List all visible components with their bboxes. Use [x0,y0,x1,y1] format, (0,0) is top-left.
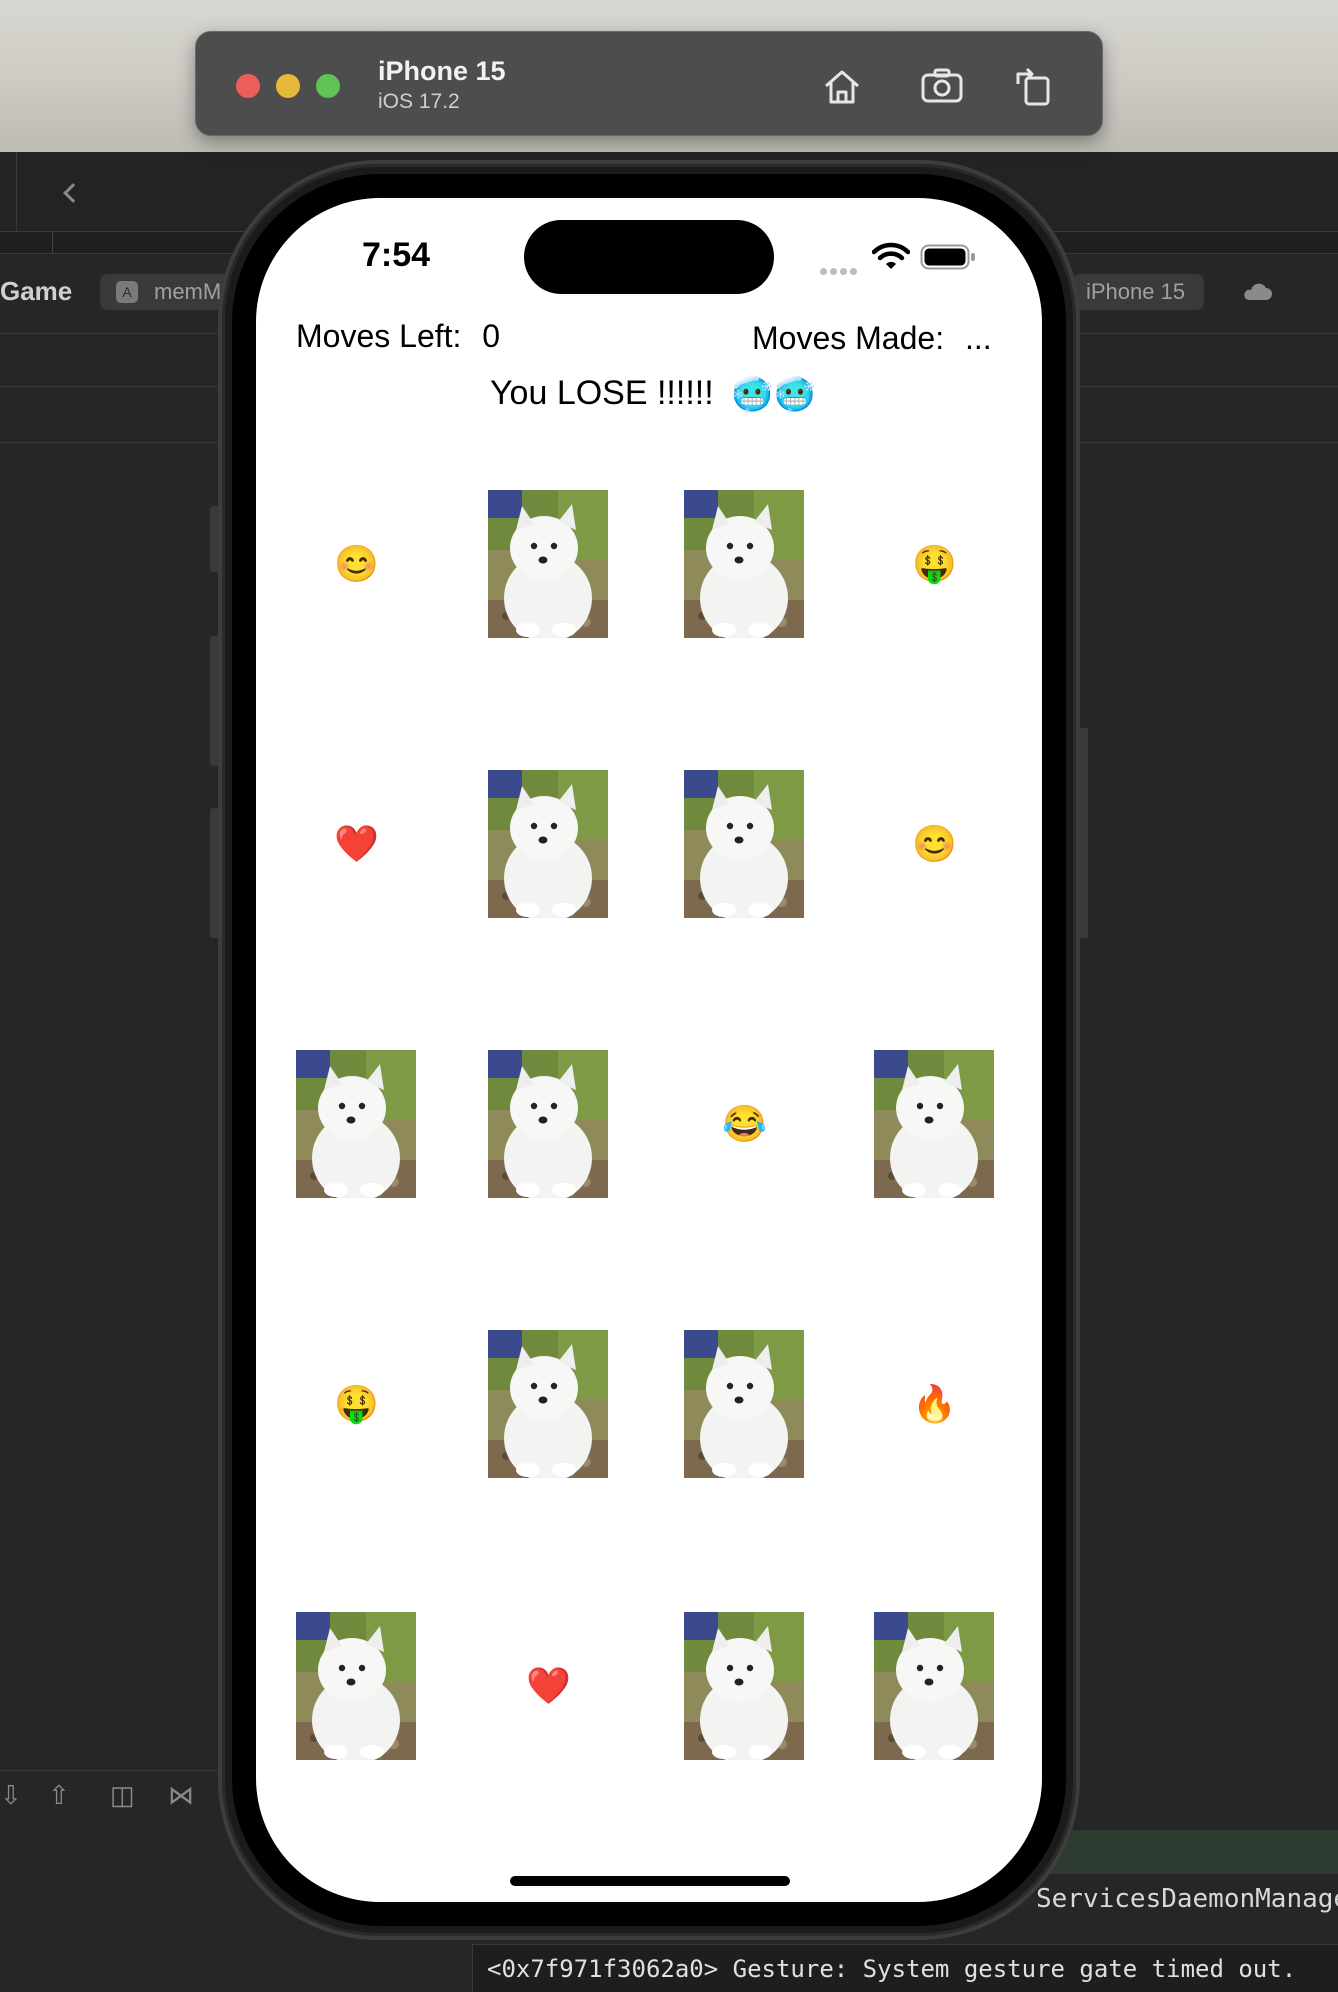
close-window-button[interactable] [236,74,260,98]
home-indicator[interactable] [510,1876,790,1886]
puppy-photo [684,490,804,638]
moves-made-value: ... [964,320,992,356]
memory-graph-icon[interactable]: ⋈ [168,1780,194,1811]
home-icon[interactable] [816,62,868,110]
step-out-icon[interactable]: ⇧ [48,1780,70,1811]
card-photo-puppy[interactable] [684,770,804,918]
dynamic-island [524,220,774,294]
card-photo-puppy[interactable] [488,770,608,918]
cloud-icon[interactable] [1240,282,1272,302]
moves-left-value: 0 [482,318,501,354]
card-emoji[interactable]: 🤑 [334,1382,379,1426]
moves-made-display: Moves Made: ... [752,320,992,357]
screenshot-icon[interactable] [916,62,968,110]
scheme-selector[interactable]: A memM [100,274,230,310]
card-photo-puppy[interactable] [874,1050,994,1198]
result-text: You LOSE !!!!!! [490,374,714,412]
puppy-photo [296,1612,416,1760]
rotate-icon[interactable] [1008,62,1060,110]
puppy-photo [874,1050,994,1198]
cold-face-emoji: 🥶🥶 [731,376,816,415]
console-line: ServicesDaemonManager [1036,1884,1338,1914]
puppy-photo [488,1330,608,1478]
step-into-icon[interactable]: ⇩ [0,1780,22,1811]
puppy-photo [488,1050,608,1198]
battery-icon [920,244,975,270]
puppy-photo [684,770,804,918]
simulator-os-version: iOS 17.2 [378,90,460,113]
puppy-photo [488,770,608,918]
console-highlight [1040,1830,1338,1874]
game-result-message: You LOSE !!!!!! 🥶🥶 [490,374,816,415]
card-photo-puppy[interactable] [684,490,804,638]
simulator-device-name: iPhone 15 [378,56,506,86]
card-emoji[interactable]: 🤑 [912,542,957,586]
card-emoji[interactable]: ❤️ [526,1664,571,1708]
simulator-titlebar: iPhone 15 iOS 17.2 [195,31,1103,136]
console-log-line: <0x7f971f3062a0> Gesture: System gesture… [472,1944,1338,1992]
zoom-window-button[interactable] [316,74,340,98]
puppy-photo [488,490,608,638]
card-emoji[interactable]: 😊 [334,542,379,586]
wifi-icon [872,242,910,269]
card-photo-puppy[interactable] [296,1612,416,1760]
minimize-window-button[interactable] [276,74,300,98]
moves-left-display: Moves Left: 0 [296,318,500,355]
moves-made-label: Moves Made: [752,320,945,356]
card-emoji[interactable]: 😂 [722,1102,767,1146]
cellular-signal-icon [820,262,860,280]
card-photo-puppy[interactable] [488,1050,608,1198]
moves-left-label: Moves Left: [296,318,462,354]
scheme-label: memM [154,279,222,304]
run-destination-selector[interactable]: iPhone 15 [1072,274,1204,310]
card-emoji[interactable]: 🔥 [912,1382,957,1426]
toolbar-divider [16,152,17,232]
card-photo-puppy[interactable] [296,1050,416,1198]
card-photo-puppy[interactable] [488,1330,608,1478]
puppy-photo [684,1330,804,1478]
app-store-icon: A [116,281,138,303]
puppy-photo [296,1050,416,1198]
project-label: Game [0,276,73,306]
card-photo-puppy[interactable] [874,1612,994,1760]
puppy-photo [874,1612,994,1760]
puppy-photo [684,1612,804,1760]
view-hierarchy-icon[interactable]: ◫ [110,1780,135,1811]
card-photo-puppy[interactable] [488,490,608,638]
status-bar-time: 7:54 [362,236,431,274]
card-photo-puppy[interactable] [684,1330,804,1478]
card-emoji[interactable]: 😊 [912,822,957,866]
card-emoji[interactable]: ❤️ [334,822,379,866]
card-photo-puppy[interactable] [684,1612,804,1760]
